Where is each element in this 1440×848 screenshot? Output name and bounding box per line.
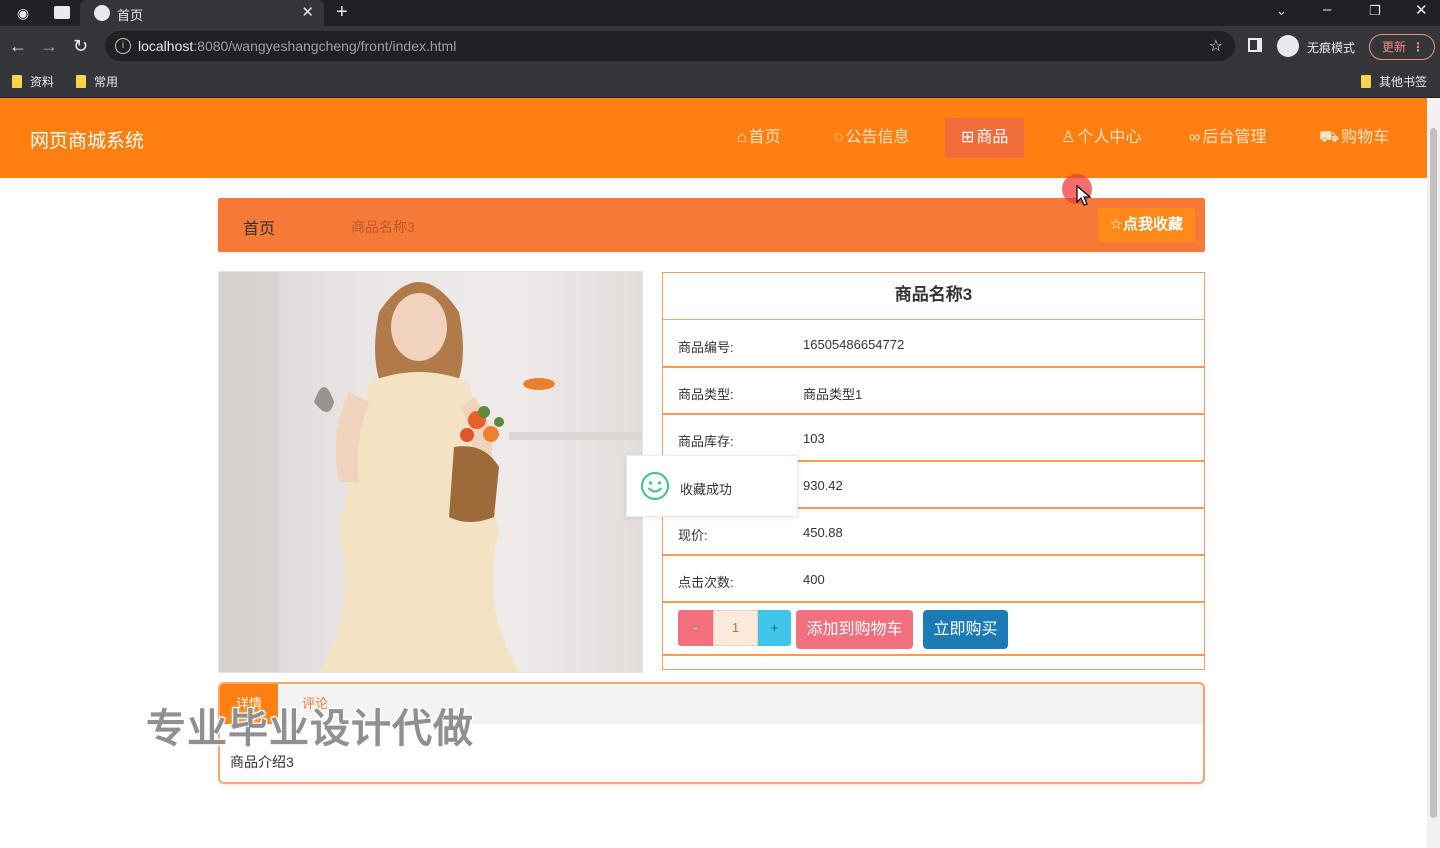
window-close-icon[interactable]: ✕ [1415,1,1428,19]
update-label: 更新 [1382,40,1407,54]
info-key: 商品类型: [678,387,734,402]
site-info-icon[interactable]: i [115,38,131,54]
incognito-icon[interactable] [1277,35,1299,57]
tab-close-icon[interactable]: ✕ [301,3,314,21]
nav-label: 购物车 [1341,129,1390,146]
page-scrollbar[interactable] [1427,98,1440,848]
other-bookmarks[interactable]: 其他书签 [1361,73,1427,90]
folder-icon [1361,75,1371,88]
home-icon: ⌂ [737,129,747,146]
tab-search-icon[interactable] [54,6,70,19]
info-row-clicks: 点击次数: 400 [663,556,1204,603]
buy-now-button[interactable]: 立即购买 [923,610,1008,649]
globe-icon [94,5,110,21]
page-viewport: 网页商城系统 ⌂ 首页 ◌ 公告信息 ⊞ 商品 ♙ 个人中心 ∞ 后台管理 ⛟ 购物车 首页… [0,98,1440,848]
quantity-decrease-button[interactable]: - [678,610,713,646]
site-header: 网页商城系统 ⌂ 首页 ◌ 公告信息 ⊞ 商品 ♙ 个人中心 ∞ 后台管理 ⛟ 购物车 [0,98,1427,178]
nav-label: 公告信息 [845,129,910,146]
info-key: 商品库存: [678,434,734,449]
bookmark-folder-0[interactable]: 资料 [12,73,54,90]
info-key: 商品编号: [678,340,734,355]
bookmarks-bar: 资料 常用 其他书签 [0,66,1440,98]
favorite-button[interactable]: ☆点我收藏 [1097,208,1195,242]
nav-item-goods[interactable]: ⊞ 商品 [945,118,1025,158]
toast-message: 收藏成功 [680,482,733,497]
nav-item-home[interactable]: ⌂ 首页 [721,118,797,158]
mouse-cursor-icon [1076,185,1092,206]
product-name: 商品名称3 [663,273,1204,320]
folder-icon [76,75,86,88]
breadcrumb-current: 商品名称3 [351,219,415,235]
favorite-label: 点我收藏 [1122,216,1183,233]
update-button[interactable]: 更新 ⋮ [1369,34,1435,60]
breadcrumb-home[interactable]: 首页 [243,215,275,239]
tab-list-chevron-icon[interactable]: ⌄ [1276,3,1287,19]
url-text[interactable]: localhost:8080/wangyeshangcheng/front/in… [138,38,456,54]
smile-icon [641,472,669,500]
reload-icon[interactable]: ↻ [73,35,88,57]
notice-icon: ◌ [834,129,844,146]
goods-icon: ⊞ [961,129,975,146]
minimize-icon[interactable]: – [1323,1,1331,18]
user-icon: ♙ [1061,129,1076,146]
quantity-input[interactable]: 1 [713,610,758,646]
browser-tab-bar: ◉ 首页 ✕ + ⌄ – ❐ ✕ [0,0,1440,26]
product-description: 商品介绍3 [230,754,294,770]
info-value: 400 [803,572,825,587]
breadcrumb: 首页 商品名称3 ☆点我收藏 [218,198,1205,252]
nav-label: 个人中心 [1077,129,1142,146]
nav-item-personal-center[interactable]: ♙ 个人中心 [1045,118,1157,158]
dress-photo-illustration [219,272,642,672]
cart-icon: ⛟ [1319,129,1340,146]
new-tab-icon[interactable]: + [336,1,348,24]
product-image [218,271,643,673]
folder-icon [12,75,22,88]
star-icon: ☆ [1109,216,1123,233]
info-value: 商品类型1 [803,387,863,402]
forward-arrow-icon[interactable]: → [40,35,58,57]
nav-item-cart[interactable]: ⛟ 购物车 [1303,118,1405,158]
info-value: 930.42 [803,478,843,493]
bookmark-folder-1[interactable]: 常用 [76,73,118,90]
browser-toolbar: ← → ↻ i localhost:8080/wangyeshangcheng/… [0,26,1440,66]
incognito-label: 无痕模式 [1307,41,1356,55]
back-arrow-icon[interactable]: ← [9,35,27,57]
quantity-increase-button[interactable]: + [758,610,791,646]
nav-item-admin[interactable]: ∞ 后台管理 [1173,118,1282,158]
browser-menu-icon[interactable]: ◉ [15,5,31,21]
info-row-id: 商品编号: 16505486654772 [663,321,1204,368]
info-value: 450.88 [803,525,843,540]
watermark: 专业毕业设计代做 [146,706,474,752]
info-value: 103 [803,431,825,446]
address-bar[interactable]: i localhost:8080/wangyeshangcheng/front/… [105,31,1235,61]
info-row-type: 商品类型: 商品类型1 [663,368,1204,415]
site-title: 网页商城系统 [30,131,145,152]
info-value: 16505486654772 [803,337,905,352]
bookmark-star-icon[interactable]: ☆ [1209,36,1223,56]
info-key: 现价: [678,528,708,543]
purchase-actions: - 1 + 添加到购物车 立即购买 [663,603,1204,656]
tab-title: 首页 [117,8,144,23]
success-toast: 收藏成功 [626,455,798,517]
browser-tab[interactable]: 首页 ✕ [80,0,324,26]
scrollbar-thumb[interactable] [1430,128,1437,818]
nav-label: 后台管理 [1202,129,1267,146]
nav-item-notice[interactable]: ◌ 公告信息 [818,118,926,158]
info-key: 点击次数: [678,575,734,590]
more-menu-icon[interactable]: ⋮ [1412,35,1424,59]
add-to-cart-button[interactable]: 添加到购物车 [796,610,913,649]
side-panel-icon[interactable] [1248,38,1262,52]
restore-icon[interactable]: ❐ [1369,3,1381,19]
nav-label: 首页 [748,129,781,146]
nav-label: 商品 [976,129,1009,146]
link-icon: ∞ [1189,129,1201,146]
